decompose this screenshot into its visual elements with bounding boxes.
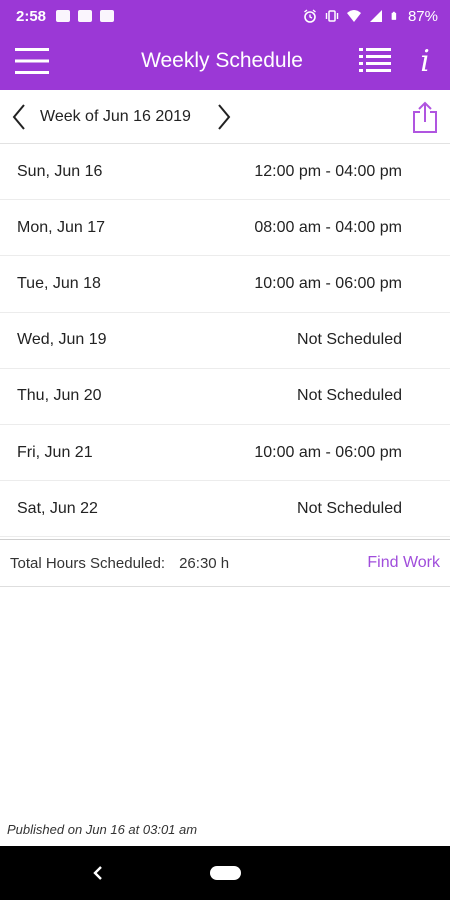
vibrate-icon [325, 10, 339, 22]
menu-icon [15, 48, 49, 74]
schedule-day: Mon, Jun 17 [17, 218, 106, 236]
chevron-left-icon [12, 103, 25, 130]
home-icon[interactable] [209, 866, 241, 880]
schedule-day: Thu, Jun 20 [17, 387, 102, 405]
status-bar: 2:58 87% [0, 0, 450, 32]
find-work-link[interactable]: Find Work [367, 554, 440, 572]
schedule-day: Tue, Jun 18 [17, 274, 101, 292]
next-week-button[interactable] [205, 90, 243, 144]
mail-icon [100, 10, 115, 22]
battery-percent: 87% [407, 7, 438, 25]
status-bar-left: 2:58 [16, 7, 115, 25]
schedule-row[interactable]: Sat, Jun 22 Not Scheduled [0, 481, 450, 538]
system-nav-bar [0, 846, 450, 900]
status-time: 2:58 [16, 7, 47, 25]
schedule-row[interactable]: Wed, Jun 19 Not Scheduled [0, 313, 450, 369]
schedule-hours: Not Scheduled [297, 499, 402, 517]
list-view-button[interactable] [350, 32, 400, 90]
menu-button[interactable] [4, 32, 60, 90]
notification-icons [56, 10, 115, 22]
schedule-row[interactable]: Tue, Jun 18 10:00 am - 06:00 pm [0, 256, 450, 313]
wifi-icon [346, 10, 361, 22]
share-button[interactable] [400, 90, 450, 144]
info-icon: i [420, 43, 430, 79]
schedule-list: Sun, Jun 16 12:00 pm - 04:00 pm Mon, Jun… [0, 144, 450, 538]
signal-icon [369, 10, 382, 22]
share-icon [413, 101, 437, 133]
previous-week-button[interactable] [0, 90, 38, 144]
schedule-hours: Not Scheduled [297, 387, 402, 405]
published-note: Published on Jun 16 at 03:01 am [7, 822, 198, 837]
schedule-hours: 08:00 am - 04:00 pm [254, 218, 402, 236]
schedule-row[interactable]: Mon, Jun 17 08:00 am - 04:00 pm [0, 200, 450, 257]
status-bar-right: 87% [303, 8, 438, 25]
list-icon [359, 48, 391, 72]
total-hours-value: 26:30 h [179, 554, 230, 572]
back-button[interactable] [88, 861, 108, 885]
image-icon [56, 10, 71, 22]
schedule-row[interactable]: Sun, Jun 16 12:00 pm - 04:00 pm [0, 144, 450, 201]
schedule-day: Sun, Jun 16 [17, 162, 103, 180]
page-title: Weekly Schedule [141, 49, 303, 72]
schedule-hours: 10:00 am - 06:00 pm [254, 443, 402, 461]
back-icon [93, 866, 102, 880]
battery-icon [391, 11, 397, 20]
alarm-icon [304, 9, 316, 23]
week-label: Week of Jun 16 2019 [40, 107, 191, 125]
info-button[interactable]: i [400, 32, 450, 90]
mail-icon [78, 10, 93, 22]
app-bar: Weekly Schedule i [0, 32, 450, 90]
schedule-day: Wed, Jun 19 [17, 331, 107, 349]
schedule-row[interactable]: Fri, Jun 21 10:00 am - 06:00 pm [0, 425, 450, 482]
chevron-right-icon [218, 103, 231, 130]
hours-summary: Total Hours Scheduled: 26:30 h Find Work [0, 539, 450, 587]
schedule-day: Fri, Jun 21 [17, 443, 93, 461]
schedule-hours: 12:00 pm - 04:00 pm [254, 162, 402, 180]
schedule-day: Sat, Jun 22 [17, 499, 98, 517]
week-navigation: Week of Jun 16 2019 [0, 90, 450, 144]
schedule-hours: 10:00 am - 06:00 pm [254, 274, 402, 292]
total-hours-label: Total Hours Scheduled: [10, 554, 166, 572]
schedule-row[interactable]: Thu, Jun 20 Not Scheduled [0, 369, 450, 425]
schedule-hours: Not Scheduled [297, 331, 402, 349]
